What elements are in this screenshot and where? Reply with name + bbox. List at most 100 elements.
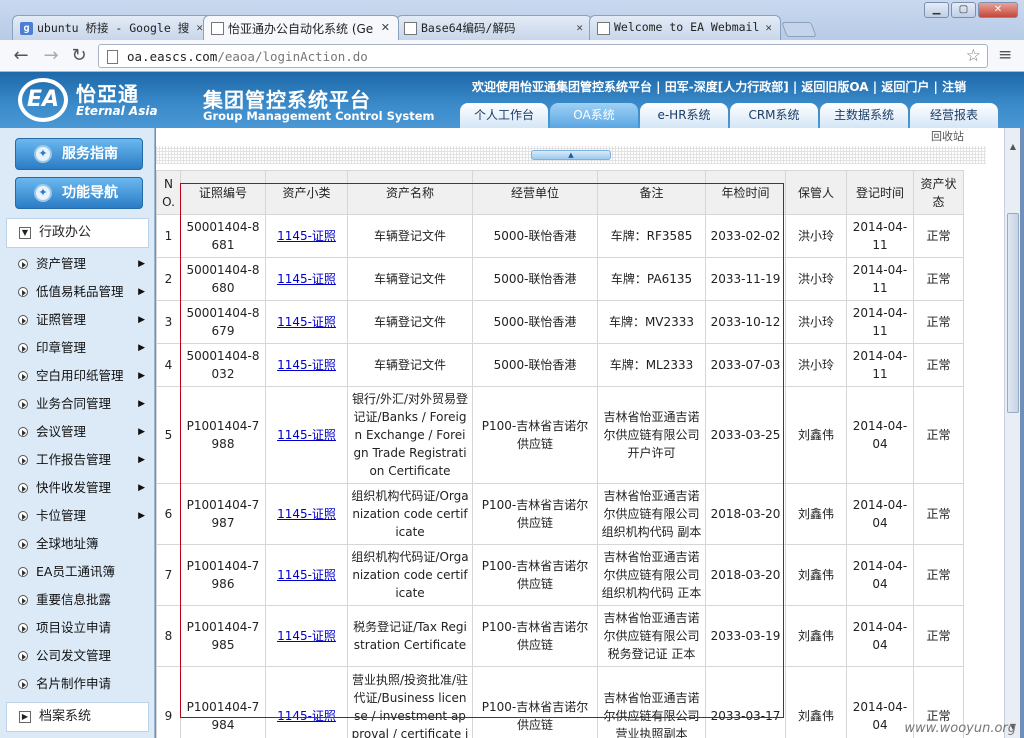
table-cell: 刘鑫伟 bbox=[785, 666, 847, 738]
column-header: NO. bbox=[156, 170, 181, 215]
window-controls: ▁ ▢ ✕ bbox=[924, 2, 1018, 18]
close-window-icon[interactable]: ✕ bbox=[978, 2, 1018, 18]
table-row: 8 P1001404-7985 1145-证照 税务登记证/Tax Registrat… bbox=[156, 605, 964, 667]
table-row: 4 50001404-8032 1145-证照 车辆登记文件 5000-联怡香港 车牌：M… bbox=[156, 343, 964, 387]
sidebar-item[interactable]: 重要信息批露 bbox=[6, 586, 149, 614]
submenu-arrow-icon: ▶ bbox=[138, 427, 145, 437]
sidebar-item[interactable]: 全球地址簿 bbox=[6, 530, 149, 558]
browser-tab-base64[interactable]: Base64编码/解码 ✕ bbox=[396, 15, 592, 40]
table-cell: 组织机构代码证/Organization code certificate bbox=[347, 483, 473, 545]
sidebar-item[interactable]: 证照管理 ▶ bbox=[6, 306, 149, 334]
close-tab-icon[interactable]: ✕ bbox=[765, 21, 772, 34]
scroll-up-icon[interactable]: ▲ bbox=[1007, 142, 1019, 154]
reload-icon[interactable]: ↻ bbox=[68, 45, 90, 67]
maximize-icon[interactable]: ▢ bbox=[951, 2, 976, 18]
table-cell: 吉林省怡亚通吉诺尔供应链有限公司税务登记证 正本 bbox=[597, 605, 706, 667]
sidebar-item[interactable]: 工作报告管理 ▶ bbox=[6, 446, 149, 474]
url-text: oa.eascs.com/eaoa/loginAction.do bbox=[127, 49, 368, 64]
table-cell: 3 bbox=[156, 300, 181, 344]
bookmark-star-icon[interactable]: ☆ bbox=[966, 46, 981, 66]
submenu-arrow-icon: ▶ bbox=[138, 371, 145, 381]
page-icon bbox=[597, 22, 610, 35]
service-guide-button[interactable]: ✦ 服务指南 bbox=[15, 138, 143, 170]
sidebar-item-label: 名片制作申请 bbox=[36, 676, 112, 691]
page-icon bbox=[404, 22, 417, 35]
bullet-arrow-icon bbox=[18, 315, 28, 325]
sidebar-item[interactable]: 项目设立申请 bbox=[6, 614, 149, 642]
page-icon bbox=[211, 22, 224, 35]
asset-type-link[interactable]: 1145-证照 bbox=[277, 315, 336, 329]
browser-tab-webmail[interactable]: Welcome to EA Webmail ✕ bbox=[589, 15, 781, 40]
sidebar-item[interactable]: EA员工通讯簿 bbox=[6, 558, 149, 586]
asset-type-link[interactable]: 1145-证照 bbox=[277, 358, 336, 372]
sidebar-item[interactable]: 业务合同管理 ▶ bbox=[6, 390, 149, 418]
sidebar-item[interactable]: 资产管理 ▶ bbox=[6, 250, 149, 278]
table-row: 2 50001404-8680 1145-证照 车辆登记文件 5000-联怡香港 车牌：P… bbox=[156, 257, 964, 301]
section-archive[interactable]: ▶ 档案系统 bbox=[6, 702, 149, 732]
table-row: 9 P1001404-7984 1145-证照 营业执照/投资批准/驻代证/Busin… bbox=[156, 666, 964, 738]
forward-arrow-icon[interactable]: → bbox=[40, 45, 62, 67]
table-cell: 洪小玲 bbox=[785, 214, 847, 258]
sidebar-item-label: 证照管理 bbox=[36, 312, 87, 327]
sidebar-item[interactable]: 卡位管理 ▶ bbox=[6, 502, 149, 530]
collapse-panel-button[interactable]: ▲ bbox=[531, 150, 611, 160]
function-nav-button[interactable]: ✦ 功能导航 bbox=[15, 177, 143, 209]
asset-type-link[interactable]: 1145-证照 bbox=[277, 507, 336, 521]
table-cell: P1001404-7987 bbox=[180, 483, 266, 545]
asset-type-link[interactable]: 1145-证照 bbox=[277, 428, 336, 442]
browser-tab-google[interactable]: g ubuntu 桥接 - Google 搜 ✕ bbox=[12, 15, 212, 40]
back-arrow-icon[interactable]: ← bbox=[10, 45, 32, 67]
table-cell: 1145-证照 bbox=[265, 605, 348, 667]
system-subtitle: Group Management Control System bbox=[203, 109, 435, 123]
sidebar-item[interactable]: 会议管理 ▶ bbox=[6, 418, 149, 446]
scroll-thumb[interactable] bbox=[1007, 213, 1019, 413]
sidebar-item[interactable]: 名片制作申请 bbox=[6, 670, 149, 698]
new-tab-button[interactable] bbox=[781, 22, 817, 37]
submenu-arrow-icon: ▶ bbox=[138, 483, 145, 493]
tab-title: Base64编码/解码 bbox=[421, 21, 516, 35]
table-cell: 正常 bbox=[913, 300, 964, 344]
browser-tab-oa[interactable]: 怡亚通办公自动化系统 (Ge ✕ bbox=[203, 15, 399, 40]
close-tab-icon[interactable]: ✕ bbox=[381, 21, 390, 34]
tab-ehr[interactable]: e-HR系统 bbox=[640, 103, 728, 128]
close-tab-icon[interactable]: ✕ bbox=[196, 21, 203, 34]
table-header-row: NO. 证照编号 资产小类 资产名称 经营单位 备注 年检时间 保管人 登记时间 资产状态 bbox=[156, 170, 964, 215]
top-links[interactable]: 欢迎使用怡亚通集团管控系统平台 | 田军-深度[人力行政部] | 返回旧版OA … bbox=[472, 78, 966, 95]
sidebar-item-label: 公司发文管理 bbox=[36, 648, 112, 663]
asset-type-link[interactable]: 1145-证照 bbox=[277, 629, 336, 643]
tab-crm[interactable]: CRM系统 bbox=[730, 103, 818, 128]
table-cell: 2033-11-19 bbox=[705, 257, 786, 301]
sidebar-item[interactable]: 印章管理 ▶ bbox=[6, 334, 149, 362]
tab-oa[interactable]: OA系统 bbox=[550, 103, 638, 128]
table-cell: 洪小玲 bbox=[785, 300, 847, 344]
browser-menu-icon[interactable]: ≡ bbox=[998, 46, 1016, 64]
tab-personal[interactable]: 个人工作台 bbox=[460, 103, 548, 128]
sidebar-item-label: 工作报告管理 bbox=[36, 452, 112, 467]
asset-type-link[interactable]: 1145-证照 bbox=[277, 568, 336, 582]
close-tab-icon[interactable]: ✕ bbox=[576, 21, 583, 34]
section-admin-office[interactable]: ▼ 行政办公 bbox=[6, 218, 149, 248]
recycle-bin-link[interactable]: 回收站 bbox=[931, 128, 964, 144]
asset-type-link[interactable]: 1145-证照 bbox=[277, 272, 336, 286]
table-cell: P100-吉林省吉诺尔供应链 bbox=[472, 544, 598, 606]
sidebar-item-label: EA员工通讯簿 bbox=[36, 564, 115, 579]
table-cell: 50001404-8679 bbox=[180, 300, 266, 344]
bullet-arrow-icon bbox=[18, 455, 28, 465]
address-bar[interactable]: oa.eascs.com/eaoa/loginAction.do ☆ bbox=[98, 44, 988, 68]
sidebar-item[interactable]: 快件收发管理 ▶ bbox=[6, 474, 149, 502]
vertical-scrollbar[interactable]: ▲ ▼ bbox=[1004, 128, 1020, 738]
sidebar-item[interactable]: 公司发文管理 bbox=[6, 642, 149, 670]
tab-master-data[interactable]: 主数据系统 bbox=[820, 103, 908, 128]
minimize-icon[interactable]: ▁ bbox=[924, 2, 949, 18]
table-cell: 正常 bbox=[913, 483, 964, 545]
table-cell: 车辆登记文件 bbox=[347, 343, 473, 387]
submenu-arrow-icon: ▶ bbox=[138, 315, 145, 325]
tab-reports[interactable]: 经营报表 bbox=[910, 103, 998, 128]
sidebar-item[interactable]: 空白用印纸管理 ▶ bbox=[6, 362, 149, 390]
bullet-arrow-icon bbox=[18, 483, 28, 493]
asset-type-link[interactable]: 1145-证照 bbox=[277, 229, 336, 243]
asset-type-link[interactable]: 1145-证照 bbox=[277, 709, 336, 723]
table-cell: 正常 bbox=[913, 343, 964, 387]
tab-title: ubuntu 桥接 - Google 搜 bbox=[37, 21, 190, 35]
sidebar-item[interactable]: 低值易耗品管理 ▶ bbox=[6, 278, 149, 306]
